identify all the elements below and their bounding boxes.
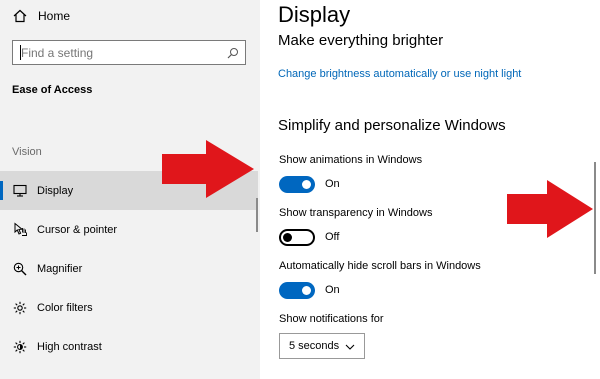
page-title: Display: [278, 2, 351, 27]
color-filters-icon: [12, 300, 28, 316]
cursor-pointer-icon: [12, 222, 28, 238]
home-link[interactable]: Home: [12, 6, 70, 26]
page-subtitle: Make everything brighter: [278, 32, 444, 49]
section-heading: Simplify and personalize Windows: [278, 117, 506, 134]
active-indicator: [0, 181, 3, 200]
magnifier-icon: [12, 261, 28, 277]
toggle-knob: [302, 286, 311, 295]
group-label-vision: Vision: [12, 146, 42, 158]
scrollbars-state: On: [325, 284, 340, 296]
sidebar-item-cursor-pointer[interactable]: Cursor & pointer: [0, 210, 258, 249]
sidebar-item-label: High contrast: [37, 340, 102, 353]
sidebar-item-label: Magnifier: [37, 262, 83, 275]
sidebar-item-label: Display: [37, 184, 74, 197]
home-icon: [12, 8, 28, 24]
transparency-state: Off: [325, 231, 340, 243]
red-arrow-annotation-left: [162, 140, 254, 198]
search-box[interactable]: [12, 40, 246, 65]
sidebar-item-magnifier[interactable]: Magnifier: [0, 249, 258, 288]
brightness-settings-link[interactable]: Change brightness automatically or use n…: [278, 68, 521, 80]
main-scrollbar[interactable]: [594, 162, 596, 274]
toggle-knob: [302, 180, 311, 189]
toggle-knob: [283, 233, 292, 242]
red-arrow-annotation-right: [507, 180, 593, 238]
animations-toggle[interactable]: [279, 176, 315, 193]
section-title: Ease of Access: [12, 84, 93, 96]
search-icon[interactable]: [227, 47, 239, 59]
monitor-icon: [12, 183, 28, 199]
dropdown-selected-value: 5 seconds: [289, 340, 340, 352]
text-caret: [20, 45, 21, 60]
scrollbars-toggle[interactable]: [279, 282, 315, 299]
scrollbars-label: Automatically hide scroll bars in Window…: [279, 260, 481, 272]
high-contrast-icon: [12, 339, 28, 355]
notifications-label: Show notifications for: [279, 313, 384, 325]
chevron-down-icon: [345, 342, 355, 350]
sidebar-item-label: Cursor & pointer: [37, 223, 118, 236]
sidebar-item-color-filters[interactable]: Color filters: [0, 288, 258, 327]
animations-label: Show animations in Windows: [279, 154, 423, 166]
search-input[interactable]: [21, 45, 227, 60]
sidebar-item-label: Color filters: [37, 301, 93, 314]
animations-state: On: [325, 178, 340, 190]
sidebar-item-high-contrast[interactable]: High contrast: [0, 327, 258, 366]
transparency-toggle[interactable]: [279, 229, 315, 246]
notifications-duration-dropdown[interactable]: 5 seconds: [279, 333, 365, 359]
transparency-label: Show transparency in Windows: [279, 207, 433, 219]
sidebar-scrollbar[interactable]: [256, 198, 258, 232]
home-label: Home: [38, 9, 71, 23]
